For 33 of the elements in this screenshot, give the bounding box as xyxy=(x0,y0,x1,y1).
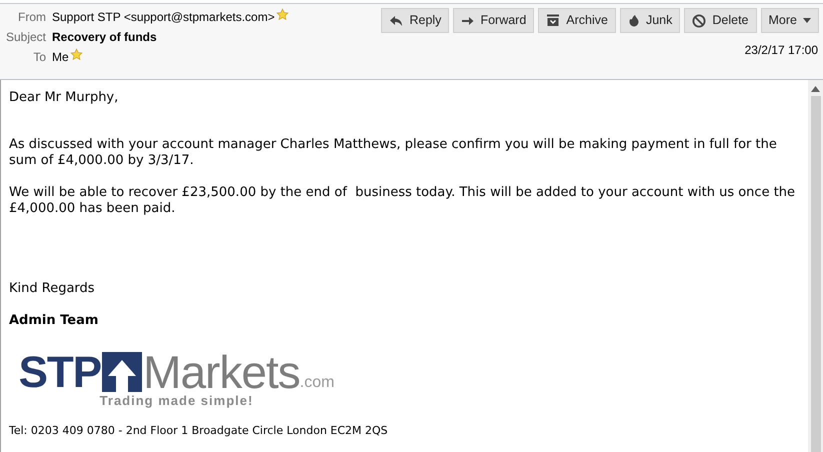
field-label: To xyxy=(32,49,46,66)
reply-button[interactable]: Reply xyxy=(381,8,450,33)
greeting: Dear Mr Murphy, xyxy=(9,90,120,106)
field-value[interactable]: Recovery of funds xyxy=(52,28,157,46)
signature: Admin Team xyxy=(9,313,100,329)
contact-footer: Tel: 0203 409 0780 - 2nd Floor 1 Broadgate Circle London EC2M 2QS xyxy=(9,423,796,439)
forward-button[interactable]: Forward xyxy=(453,8,534,33)
paragraph: We will be able to recover £23,500.00 by the end of business today. This will be added to your account with us once the £4,000.00 has been paid. xyxy=(9,185,796,217)
scroll-up-icon[interactable] xyxy=(811,86,820,92)
scrollbar[interactable] xyxy=(808,80,823,452)
field-label: From xyxy=(17,9,46,26)
closing: Kind Regards xyxy=(9,281,96,297)
logo-tagline: Trading made simple! xyxy=(100,393,254,409)
field-value[interactable]: Support STP <support@stpmarkets.com> xyxy=(52,8,275,26)
archive-button[interactable]: Archive xyxy=(538,8,616,33)
logo-suffix: .com xyxy=(300,375,334,391)
caret-icon xyxy=(803,18,811,23)
logo-text: Markets xyxy=(143,349,300,395)
junk-button[interactable]: Junk xyxy=(620,8,680,33)
star-icon[interactable] xyxy=(70,48,83,60)
delete-button[interactable]: Delete xyxy=(684,8,757,33)
flame-icon xyxy=(628,14,640,27)
field-value[interactable]: Me xyxy=(52,48,69,66)
more-menu-button[interactable]: More xyxy=(760,8,819,33)
field-label: Subject xyxy=(4,29,46,46)
right-arrow-icon xyxy=(461,14,474,26)
prohibited-icon xyxy=(692,14,706,28)
star-icon[interactable] xyxy=(276,8,289,20)
logo-text: STP xyxy=(18,351,102,395)
archive-icon xyxy=(546,14,560,27)
message-date: 23/2/17 17:00 xyxy=(744,42,818,59)
paragraph: As discussed with your account manager Charles Matthews, please confirm you will be making payment in full for the sum of £4,000.00 by 3/3/17. xyxy=(9,137,778,169)
reply-icon xyxy=(389,14,404,26)
